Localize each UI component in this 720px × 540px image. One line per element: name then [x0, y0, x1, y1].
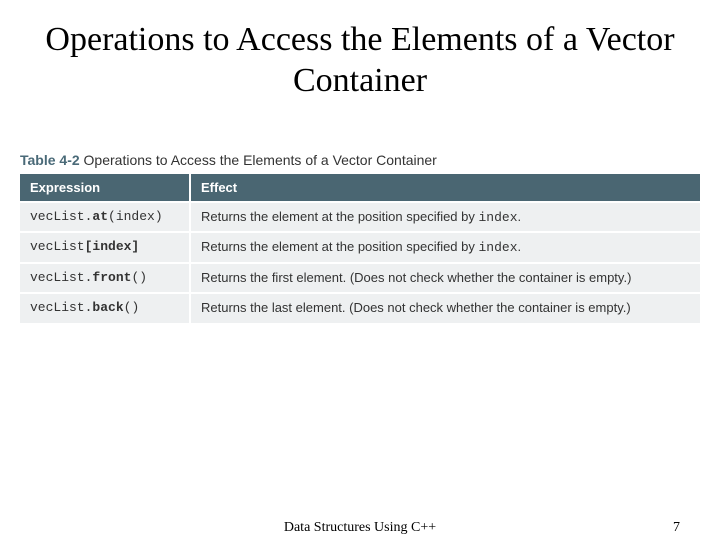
table-row: vecList.back() Returns the last element.… [20, 293, 700, 323]
cell-effect: Returns the last element. (Does not chec… [190, 293, 700, 323]
table-row: vecList.at(index) Returns the element at… [20, 202, 700, 233]
table-container: Table 4-2 Operations to Access the Eleme… [20, 152, 700, 323]
cell-expression: vecList[index] [20, 232, 190, 263]
cell-effect: Returns the element at the position spec… [190, 232, 700, 263]
slide-title: Operations to Access the Elements of a V… [0, 0, 720, 112]
table-number: Table 4-2 [20, 152, 80, 168]
page-number: 7 [673, 520, 680, 536]
cell-expression: vecList.front() [20, 263, 190, 294]
operations-table: Expression Effect vecList.at(index) Retu… [20, 174, 700, 323]
col-header-expression: Expression [20, 174, 190, 202]
cell-effect: Returns the element at the position spec… [190, 202, 700, 233]
cell-expression: vecList.back() [20, 293, 190, 323]
col-header-effect: Effect [190, 174, 700, 202]
table-header-row: Expression Effect [20, 174, 700, 202]
table-row: vecList[index] Returns the element at th… [20, 232, 700, 263]
table-caption-text: Operations to Access the Elements of a V… [84, 152, 437, 168]
table-caption: Table 4-2 Operations to Access the Eleme… [20, 152, 700, 168]
footer-text: Data Structures Using C++ [284, 520, 436, 536]
table-row: vecList.front() Returns the first elemen… [20, 263, 700, 294]
cell-expression: vecList.at(index) [20, 202, 190, 233]
cell-effect: Returns the first element. (Does not che… [190, 263, 700, 294]
